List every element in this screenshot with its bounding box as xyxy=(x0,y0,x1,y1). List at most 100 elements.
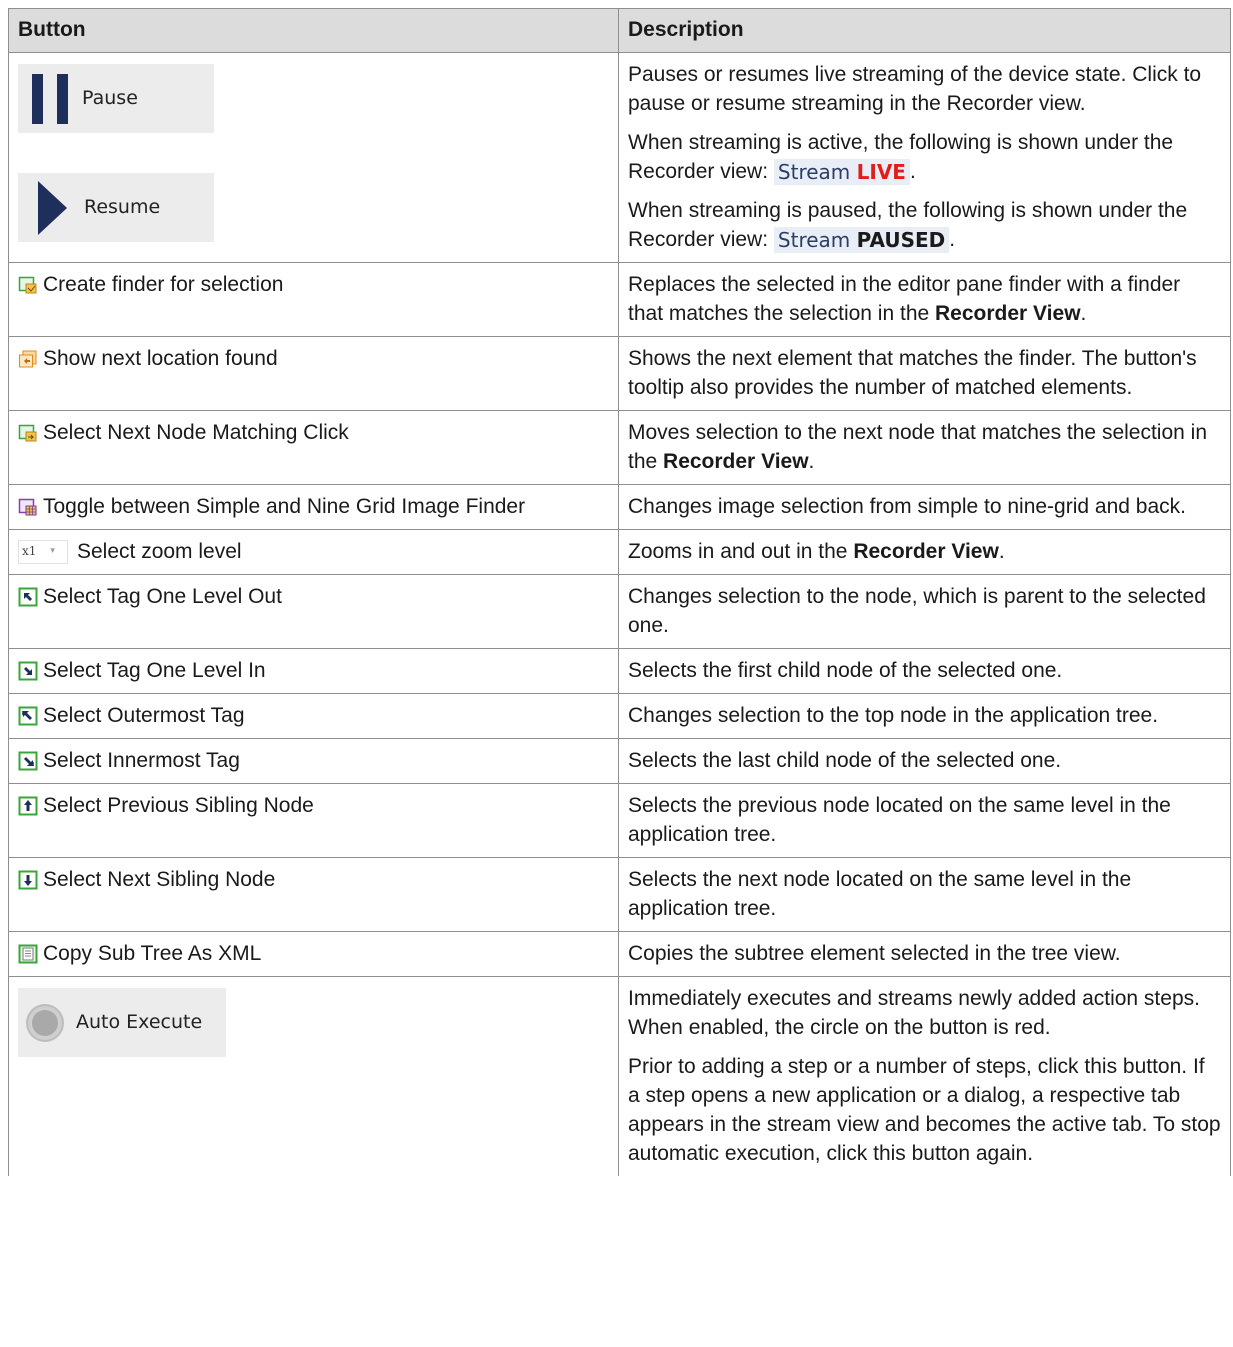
column-header-button: Button xyxy=(8,8,619,53)
description-cell: Replaces the selected in the editor pane… xyxy=(618,262,1231,337)
button-cell: Copy Sub Tree As XML xyxy=(8,931,619,977)
next-location-button[interactable]: Show next location found xyxy=(18,344,609,373)
description-cell: Changes selection to the node, which is … xyxy=(618,574,1231,649)
period: . xyxy=(909,160,916,183)
copy-xml-icon xyxy=(18,944,38,964)
stream-live-badge: Stream LIVE xyxy=(773,159,910,186)
outermost-button[interactable]: Select Outermost Tag xyxy=(18,701,609,730)
button-cell: Select Tag One Level Out xyxy=(8,574,619,649)
table-header-row: Button Description xyxy=(8,8,1231,53)
button-label: Select zoom level xyxy=(77,540,242,563)
column-header-description: Description xyxy=(618,8,1231,53)
table-row: Toggle between Simple and Nine Grid Imag… xyxy=(8,484,1231,530)
badge-stream-text: Stream xyxy=(777,160,851,185)
table-row: Auto Execute Immediately executes and str… xyxy=(8,976,1231,1176)
table-row: Select Previous Sibling Node Selects the … xyxy=(8,783,1231,858)
description-text: Changes selection to the node, which is … xyxy=(628,582,1221,640)
table-row: x1 ▾ Select zoom level Zooms in and out in … xyxy=(8,529,1231,575)
pause-button[interactable]: Pause xyxy=(18,64,214,133)
level-out-button[interactable]: Select Tag One Level Out xyxy=(18,582,609,611)
button-cell: Toggle between Simple and Nine Grid Imag… xyxy=(8,484,619,530)
pause-button-label: Pause xyxy=(82,87,138,109)
description-text: Changes image selection from simple to n… xyxy=(628,492,1221,521)
description-text: Moves selection to the next node that ma… xyxy=(628,418,1221,476)
table-row: Select Outermost Tag Changes selection to… xyxy=(8,693,1231,739)
level-out-icon xyxy=(18,587,38,607)
button-label: Toggle between Simple and Nine Grid Imag… xyxy=(43,495,526,518)
record-circle-icon xyxy=(28,1005,62,1040)
description-cell: Immediately executes and streams newly a… xyxy=(618,976,1231,1176)
table-row: Show next location found Shows the next e… xyxy=(8,336,1231,411)
table-row: Create finder for selection Replaces the … xyxy=(8,262,1231,337)
button-cell: Select Previous Sibling Node xyxy=(8,783,619,858)
period: . xyxy=(949,228,956,251)
description-cell: Shows the next element that matches the … xyxy=(618,336,1231,411)
resume-button[interactable]: Resume xyxy=(18,173,214,242)
description-fragment: . xyxy=(1080,302,1087,325)
description-cell: Changes selection to the top node in the… xyxy=(618,693,1231,739)
resume-button-label: Resume xyxy=(84,196,161,218)
description-fragment: Selects the last child node of the selec… xyxy=(628,749,1062,772)
description-fragment: Shows the next element that matches the … xyxy=(628,347,1197,399)
pause-icon xyxy=(32,73,68,124)
zoom-level-control[interactable]: x1 ▾ Select zoom level xyxy=(18,537,609,566)
button-label: Copy Sub Tree As XML xyxy=(43,942,262,965)
innermost-button[interactable]: Select Innermost Tag xyxy=(18,746,609,775)
badge-paused-text: PAUSED xyxy=(856,228,946,253)
description-fragment: Selects the first child node of the sele… xyxy=(628,659,1063,682)
description-text: Replaces the selected in the editor pane… xyxy=(628,270,1221,328)
table-row: Pause Resume Pauses or resumes live stre… xyxy=(8,52,1231,263)
description-cell: Copies the subtree element selected in t… xyxy=(618,931,1231,977)
description-text: When streaming is paused, the following … xyxy=(628,196,1221,254)
description-fragment: Selects the next node located on the sam… xyxy=(628,868,1132,920)
description-fragment: Changes image selection from simple to n… xyxy=(628,495,1186,518)
description-fragment: Selects the previous node located on the… xyxy=(628,794,1171,846)
view-name-emphasis: Recorder View xyxy=(663,450,809,473)
description-text: Shows the next element that matches the … xyxy=(628,344,1221,402)
stream-paused-badge: Stream PAUSED xyxy=(773,227,950,254)
next-sibling-button[interactable]: Select Next Sibling Node xyxy=(18,865,609,894)
copy-xml-button[interactable]: Copy Sub Tree As XML xyxy=(18,939,609,968)
button-cell: Select Next Sibling Node xyxy=(8,857,619,932)
play-icon xyxy=(38,180,67,235)
next-node-button[interactable]: Select Next Node Matching Click xyxy=(18,418,609,447)
zoom-level-select[interactable]: x1 ▾ xyxy=(18,539,68,564)
table-row: Select Next Node Matching Click Moves sel… xyxy=(8,410,1231,485)
view-name-emphasis: Recorder View xyxy=(853,540,999,563)
description-text: Selects the previous node located on the… xyxy=(628,791,1221,849)
table-row: Select Next Sibling Node Selects the next… xyxy=(8,857,1231,932)
description-text: Copies the subtree element selected in t… xyxy=(628,939,1221,968)
description-fragment: Replaces the selected in the editor pane… xyxy=(628,273,1181,325)
button-cell: Select Outermost Tag xyxy=(8,693,619,739)
innermost-icon xyxy=(18,751,38,771)
description-text: Immediately executes and streams newly a… xyxy=(628,987,1200,1039)
badge-stream-text: Stream xyxy=(777,228,851,253)
description-cell: Selects the next node located on the sam… xyxy=(618,857,1231,932)
button-cell: Select Next Node Matching Click xyxy=(8,410,619,485)
view-name-emphasis: Recorder View xyxy=(935,302,1081,325)
level-in-button[interactable]: Select Tag One Level In xyxy=(18,656,609,685)
table-row: Select Innermost Tag Selects the last chi… xyxy=(8,738,1231,784)
description-cell: Zooms in and out in the Recorder View. xyxy=(618,529,1231,575)
button-cell: Select Tag One Level In xyxy=(8,648,619,694)
previous-sibling-button[interactable]: Select Previous Sibling Node xyxy=(18,791,609,820)
next-sibling-icon xyxy=(18,870,38,890)
auto-execute-button[interactable]: Auto Execute xyxy=(18,988,226,1057)
description-text: When streaming is active, the following … xyxy=(628,128,1221,186)
outermost-icon xyxy=(18,706,38,726)
description-text: Pauses or resumes live streaming of the … xyxy=(628,63,1202,115)
table-row: Select Tag One Level Out Changes selectio… xyxy=(8,574,1231,649)
level-in-icon xyxy=(18,661,38,681)
badge-live-text: LIVE xyxy=(856,160,906,185)
description-fragment: Copies the subtree element selected in t… xyxy=(628,942,1121,965)
button-cell: Show next location found xyxy=(8,336,619,411)
description-text: Changes selection to the top node in the… xyxy=(628,701,1221,730)
button-cell: x1 ▾ Select zoom level xyxy=(8,529,619,575)
button-cell: Select Innermost Tag xyxy=(8,738,619,784)
next-node-icon xyxy=(18,423,38,443)
auto-execute-label: Auto Execute xyxy=(76,1011,203,1033)
create-finder-button[interactable]: Create finder for selection xyxy=(18,270,609,299)
description-fragment: Zooms in and out in the xyxy=(628,540,854,563)
nine-grid-button[interactable]: Toggle between Simple and Nine Grid Imag… xyxy=(18,492,609,521)
button-label: Select Outermost Tag xyxy=(43,704,245,727)
